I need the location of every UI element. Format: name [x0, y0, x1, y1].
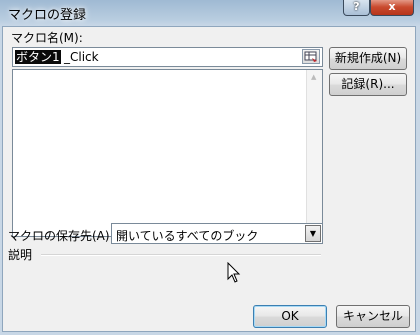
close-button[interactable]: x — [370, 0, 414, 16]
macro-register-dialog: マクロの登録 ? x マクロ名(M): ボタン1 _Click ▲ ▼ — [0, 0, 420, 335]
store-location-select[interactable]: 開いているすべてのブック ▼ — [111, 223, 323, 244]
dialog-body: マクロ名(M): ボタン1 _Click ▲ ▼ 新規作成(N) 記録(R)..… — [2, 26, 416, 332]
range-select-icon — [304, 51, 317, 62]
ok-button[interactable]: OK — [253, 305, 327, 328]
description-label: 説明 — [8, 248, 33, 262]
new-button[interactable]: 新規作成(N) — [329, 47, 407, 70]
mouse-cursor-icon — [227, 262, 241, 283]
store-location-label: マクロの保存先(A): — [8, 229, 114, 243]
cancel-button[interactable]: キャンセル — [336, 305, 410, 328]
macro-list-scrollbar[interactable]: ▲ ▼ — [306, 70, 322, 236]
macro-name-rest-text: _Click — [64, 50, 99, 64]
scroll-up-icon[interactable]: ▲ — [311, 73, 316, 81]
title-bar[interactable]: マクロの登録 ? x — [0, 0, 420, 26]
description-divider — [41, 254, 321, 256]
macro-name-label: マクロ名(M): — [11, 31, 83, 45]
store-location-value: 開いているすべてのブック — [116, 229, 259, 243]
record-button[interactable]: 記録(R)... — [329, 73, 407, 96]
dropdown-arrow-icon[interactable]: ▼ — [305, 225, 321, 242]
macro-name-input[interactable]: ボタン1 _Click — [12, 47, 323, 67]
macro-list[interactable]: ▲ ▼ — [12, 69, 323, 237]
dialog-title: マクロの登録 — [8, 8, 87, 23]
help-button[interactable]: ? — [343, 0, 370, 16]
range-select-button[interactable] — [302, 49, 320, 64]
macro-name-selected-text: ボタン1 — [15, 50, 61, 64]
